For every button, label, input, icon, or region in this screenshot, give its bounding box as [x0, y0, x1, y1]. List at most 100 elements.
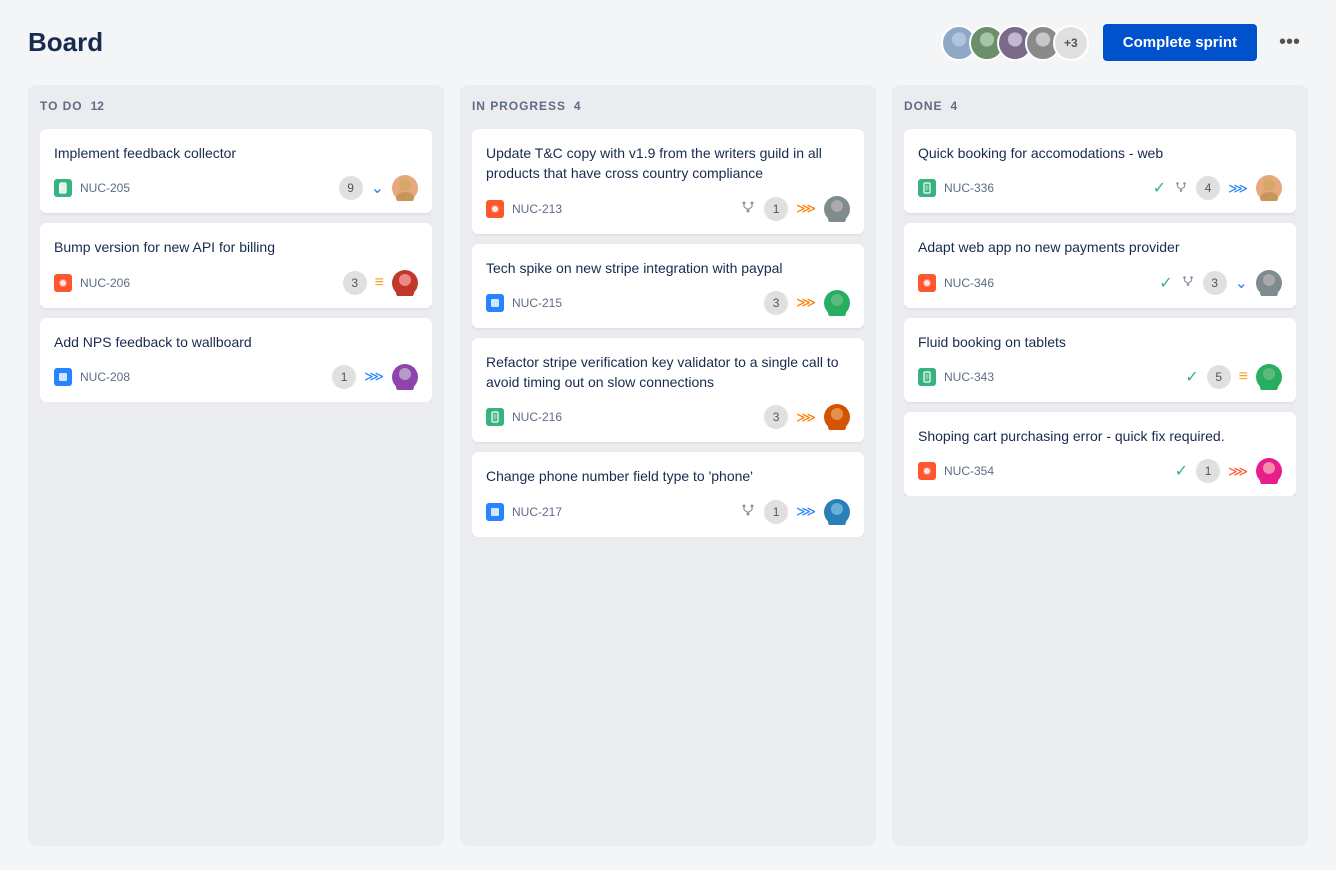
- issue-id: NUC-216: [512, 410, 562, 424]
- card-footer: NUC-206 3 ≡: [54, 270, 418, 296]
- issue-id: NUC-354: [944, 464, 994, 478]
- card-meta-right: ✓ 4 ⋙: [1153, 175, 1282, 201]
- ellipsis-icon: •••: [1279, 31, 1300, 53]
- card-avatar: [824, 196, 850, 222]
- card-meta-left: NUC-208: [54, 368, 130, 386]
- todo-cards: Implement feedback collector NUC-205 9 ⌄: [40, 129, 432, 402]
- issue-type-bug: [918, 462, 936, 480]
- git-icon: [740, 199, 756, 218]
- avatar-group: +3: [941, 25, 1089, 61]
- check-icon: ✓: [1159, 273, 1172, 293]
- card-footer: NUC-215 3 ⋙: [486, 290, 850, 316]
- card-avatar: [1256, 364, 1282, 390]
- card-meta-right: 3 ⋙: [764, 290, 850, 316]
- card-nuc206[interactable]: Bump version for new API for billing NUC…: [40, 223, 432, 307]
- priority-icon: ⌄: [1235, 273, 1248, 293]
- page-title: Board: [28, 27, 103, 58]
- issue-id: NUC-336: [944, 181, 994, 195]
- issue-type-bug: [486, 200, 504, 218]
- card-meta-left: NUC-336: [918, 179, 994, 197]
- card-meta-right: 1 ⋙: [740, 196, 850, 222]
- check-icon: ✓: [1153, 178, 1166, 198]
- card-meta-right: ✓ 3 ⌄: [1159, 270, 1282, 296]
- card-avatar: [1256, 458, 1282, 484]
- issue-type-story: [486, 408, 504, 426]
- card-title: Fluid booking on tablets: [918, 332, 1282, 352]
- priority-icon: ≡: [1239, 368, 1248, 386]
- story-points-badge: 3: [343, 271, 367, 295]
- column-todo-header: TO DO 12: [40, 99, 432, 115]
- card-footer: NUC-343 ✓ 5 ≡: [918, 364, 1282, 390]
- more-options-button[interactable]: •••: [1271, 27, 1308, 58]
- issue-id: NUC-206: [80, 276, 130, 290]
- card-nuc354[interactable]: Shoping cart purchasing error - quick fi…: [904, 412, 1296, 496]
- card-title: Bump version for new API for billing: [54, 237, 418, 257]
- card-avatar: [392, 175, 418, 201]
- card-footer: NUC-205 9 ⌄: [54, 175, 418, 201]
- card-footer: NUC-216 3 ⋙: [486, 404, 850, 430]
- card-title: Add NPS feedback to wallboard: [54, 332, 418, 352]
- issue-type-task: [54, 368, 72, 386]
- git-icon: [1181, 274, 1195, 291]
- card-title: Adapt web app no new payments provider: [918, 237, 1282, 257]
- card-nuc217[interactable]: Change phone number field type to 'phone…: [472, 452, 864, 536]
- card-meta-left: NUC-213: [486, 200, 562, 218]
- card-avatar: [1256, 270, 1282, 296]
- story-points-badge: 1: [332, 365, 356, 389]
- card-avatar: [824, 404, 850, 430]
- column-inprogress-title: IN PROGRESS: [472, 99, 566, 113]
- card-footer: NUC-208 1 ⋙: [54, 364, 418, 390]
- card-nuc205[interactable]: Implement feedback collector NUC-205 9 ⌄: [40, 129, 432, 213]
- issue-type-story: [918, 179, 936, 197]
- avatar-more[interactable]: +3: [1053, 25, 1089, 61]
- issue-id: NUC-205: [80, 181, 130, 195]
- board: TO DO 12 Implement feedback collector NU…: [28, 85, 1308, 846]
- card-avatar: [392, 364, 418, 390]
- issue-id: NUC-215: [512, 296, 562, 310]
- header: Board +3 Complete sprint •••: [28, 24, 1308, 61]
- story-points-badge: 1: [764, 197, 788, 221]
- card-nuc216[interactable]: Refactor stripe verification key validat…: [472, 338, 864, 443]
- card-nuc215[interactable]: Tech spike on new stripe integration wit…: [472, 244, 864, 328]
- card-avatar: [824, 290, 850, 316]
- card-nuc208[interactable]: Add NPS feedback to wallboard NUC-208 1 …: [40, 318, 432, 402]
- card-title: Tech spike on new stripe integration wit…: [486, 258, 850, 278]
- card-meta-left: NUC-205: [54, 179, 130, 197]
- column-todo-title: TO DO: [40, 99, 83, 113]
- card-meta-left: NUC-206: [54, 274, 130, 292]
- story-points-badge: 5: [1207, 365, 1231, 389]
- card-nuc213[interactable]: Update T&C copy with v1.9 from the write…: [472, 129, 864, 234]
- priority-icon: ⋙: [1228, 463, 1248, 480]
- card-nuc336[interactable]: Quick booking for accomodations - web NU…: [904, 129, 1296, 213]
- story-points-badge: 4: [1196, 176, 1220, 200]
- priority-icon: ⋙: [796, 294, 816, 311]
- card-meta-right: 1 ⋙: [740, 499, 850, 525]
- column-todo-count: 12: [91, 99, 104, 113]
- story-points-badge: 3: [1203, 271, 1227, 295]
- card-footer: NUC-346 ✓ 3 ⌄: [918, 270, 1282, 296]
- git-icon: [740, 502, 756, 521]
- story-points-badge: 9: [339, 176, 363, 200]
- card-meta-left: NUC-354: [918, 462, 994, 480]
- card-meta-right: ✓ 1 ⋙: [1175, 458, 1282, 484]
- priority-icon: ⋙: [796, 503, 816, 520]
- issue-id: NUC-213: [512, 202, 562, 216]
- column-inprogress-count: 4: [574, 99, 581, 113]
- column-done-count: 4: [951, 99, 958, 113]
- column-todo: TO DO 12 Implement feedback collector NU…: [28, 85, 444, 846]
- complete-sprint-button[interactable]: Complete sprint: [1103, 24, 1257, 61]
- done-cards: Quick booking for accomodations - web NU…: [904, 129, 1296, 496]
- card-title: Implement feedback collector: [54, 143, 418, 163]
- card-avatar: [1256, 175, 1282, 201]
- header-right: +3 Complete sprint •••: [941, 24, 1308, 61]
- column-inprogress-header: IN PROGRESS 4: [472, 99, 864, 115]
- card-meta-left: NUC-346: [918, 274, 994, 292]
- card-meta-right: 3 ≡: [343, 270, 418, 296]
- issue-id: NUC-343: [944, 370, 994, 384]
- card-nuc343[interactable]: Fluid booking on tablets NUC-343 ✓ 5 ≡: [904, 318, 1296, 402]
- issue-type-story: [54, 179, 72, 197]
- card-meta-left: NUC-215: [486, 294, 562, 312]
- story-points-badge: 3: [764, 405, 788, 429]
- card-meta-right: 9 ⌄: [339, 175, 418, 201]
- card-nuc346[interactable]: Adapt web app no new payments provider N…: [904, 223, 1296, 307]
